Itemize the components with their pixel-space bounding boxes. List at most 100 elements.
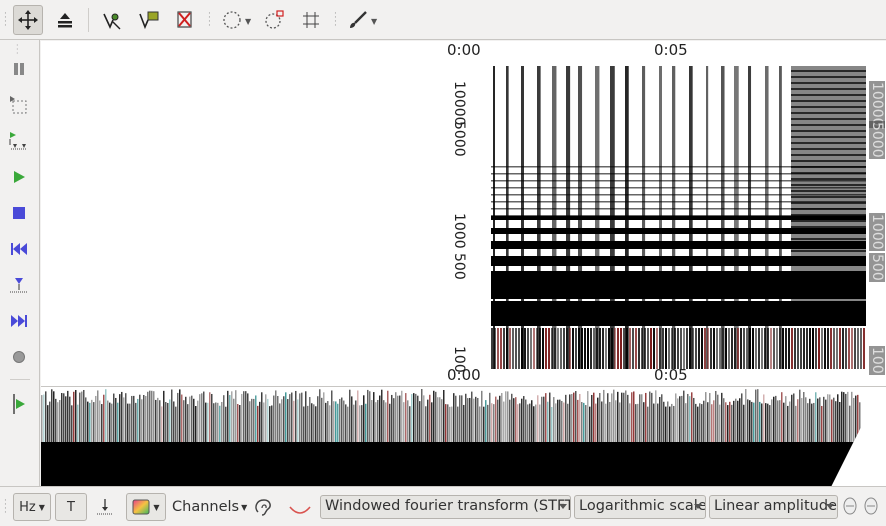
overview-column bbox=[301, 392, 303, 442]
circle-select-button[interactable] bbox=[217, 5, 247, 35]
overview-column bbox=[773, 396, 775, 442]
overview-column bbox=[613, 389, 615, 442]
spectrogram-streak bbox=[530, 328, 532, 369]
slider-handle-left[interactable] bbox=[842, 493, 858, 521]
overview-column bbox=[285, 392, 287, 442]
spectrogram-streak bbox=[653, 328, 655, 369]
play-selection-icon bbox=[13, 394, 25, 414]
chevron-down-icon[interactable]: ▼ bbox=[245, 17, 251, 26]
overview-column bbox=[769, 405, 771, 442]
record-button[interactable] bbox=[5, 343, 33, 371]
select-region-button[interactable] bbox=[5, 91, 33, 119]
toolbar-grip[interactable]: · · · · bbox=[208, 10, 211, 31]
spectrogram-streak bbox=[680, 328, 682, 369]
overview-column bbox=[569, 394, 571, 442]
brush-button[interactable] bbox=[343, 5, 373, 35]
set-position-button[interactable] bbox=[5, 271, 33, 299]
select-point-icon bbox=[103, 13, 121, 30]
fast-forward-button[interactable] bbox=[5, 307, 33, 335]
overview-column bbox=[813, 402, 815, 442]
main-pane[interactable]: 0:00 0:05 0:00 0:05 10000 5000 1000 500 … bbox=[41, 41, 886, 386]
overview-pane[interactable] bbox=[41, 386, 886, 487]
amplitude-select[interactable]: Linear amplitude bbox=[709, 495, 838, 519]
overview-column bbox=[529, 403, 531, 442]
hearing-button[interactable] bbox=[252, 493, 276, 521]
overview-column bbox=[767, 403, 769, 442]
time-toggle-button[interactable]: T bbox=[55, 493, 87, 521]
overview-column bbox=[703, 400, 705, 442]
overview-column bbox=[403, 402, 405, 442]
move-tool-button[interactable] bbox=[13, 5, 43, 35]
overview-column bbox=[245, 391, 247, 442]
toolbar-grip[interactable]: · · · · bbox=[4, 10, 7, 31]
overview-column bbox=[717, 394, 719, 442]
overview-column bbox=[155, 399, 157, 442]
spectrogram-streak bbox=[569, 328, 571, 369]
overview-column bbox=[491, 403, 493, 442]
overview-column bbox=[241, 393, 243, 442]
overview-column bbox=[793, 393, 795, 442]
overview-column bbox=[391, 394, 393, 442]
spectrogram-streak bbox=[632, 328, 634, 369]
overview-column bbox=[635, 404, 637, 442]
spectrogram-streak bbox=[755, 328, 757, 369]
overview-column bbox=[171, 389, 173, 442]
fast-forward-icon bbox=[11, 315, 27, 327]
spectrogram-streak bbox=[851, 328, 853, 369]
stack-tool-button[interactable] bbox=[50, 5, 80, 35]
overview-column bbox=[325, 402, 327, 442]
overview-column bbox=[265, 394, 267, 442]
toolbar-grip[interactable]: · · · · bbox=[334, 10, 337, 31]
rewind-button[interactable] bbox=[5, 235, 33, 263]
spectrogram-band bbox=[491, 256, 866, 266]
freq-label-right: 100 bbox=[869, 346, 885, 375]
freq-label-right: 1000 bbox=[869, 213, 885, 251]
frequency-unit-button[interactable]: Hz ▼ bbox=[13, 493, 51, 521]
play-selection-button[interactable] bbox=[5, 390, 33, 418]
circle-transform-button[interactable] bbox=[259, 5, 289, 35]
spectrogram-streak bbox=[836, 328, 838, 369]
comment-icon bbox=[139, 11, 159, 30]
overview-column bbox=[149, 390, 151, 442]
scale-select[interactable]: Logarithmic scale bbox=[574, 495, 706, 519]
pause-button[interactable] bbox=[5, 55, 33, 83]
overview-column bbox=[607, 393, 609, 442]
play-button[interactable] bbox=[5, 163, 33, 191]
spectrogram-streak bbox=[617, 328, 619, 369]
stop-button[interactable] bbox=[5, 199, 33, 227]
transform-select[interactable]: Windowed fourier transform (STFT) bbox=[320, 495, 571, 519]
smooth-curve-button[interactable] bbox=[288, 493, 312, 521]
overview-column bbox=[333, 401, 335, 442]
overview-column bbox=[435, 391, 437, 442]
comment-button[interactable] bbox=[134, 5, 164, 35]
select-point-button[interactable] bbox=[97, 5, 127, 35]
move-icon bbox=[18, 10, 38, 30]
spectrogram-streak bbox=[842, 328, 844, 369]
overview-column bbox=[537, 395, 539, 442]
overview-column bbox=[349, 389, 351, 442]
grid-select-button[interactable] bbox=[296, 5, 326, 35]
set-marker-button[interactable] bbox=[95, 493, 117, 521]
overview-column bbox=[451, 406, 453, 442]
overview-column bbox=[549, 392, 551, 442]
spectrogram-harmonic bbox=[791, 238, 866, 240]
colormap-button[interactable]: ▼ bbox=[126, 493, 166, 521]
spectrogram-streak bbox=[677, 328, 679, 369]
overview-column bbox=[321, 397, 323, 442]
spectrogram-streak bbox=[854, 328, 856, 369]
overview-column bbox=[369, 391, 371, 442]
chevron-down-icon[interactable]: ▼ bbox=[371, 17, 377, 26]
left-toolbar: · · · bbox=[0, 40, 40, 486]
toolbar-grip[interactable]: · · · · bbox=[4, 497, 7, 518]
overview-column bbox=[493, 404, 495, 442]
channels-dropdown[interactable]: Channels ▼ bbox=[172, 493, 247, 521]
spectrogram-streak bbox=[641, 328, 643, 369]
slider-handle-right[interactable] bbox=[863, 493, 879, 521]
overview-column bbox=[819, 397, 821, 442]
spectrogram-view[interactable] bbox=[491, 66, 866, 369]
delete-marker-button[interactable] bbox=[170, 5, 200, 35]
spectrogram-streak bbox=[578, 328, 580, 369]
spectrogram-streak bbox=[542, 328, 544, 369]
overview-column bbox=[715, 390, 717, 442]
loop-button[interactable] bbox=[5, 127, 33, 155]
